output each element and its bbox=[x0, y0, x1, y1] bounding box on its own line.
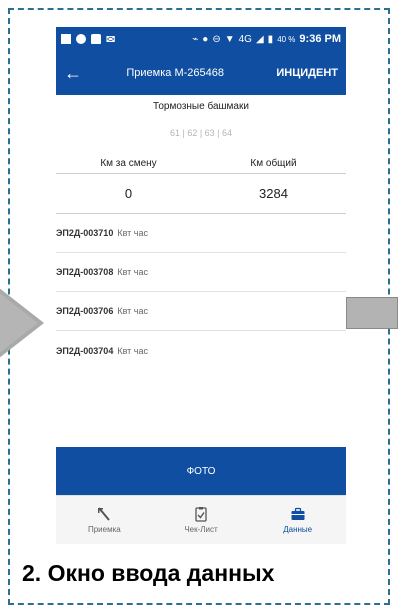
km-values-row: 0 3284 bbox=[56, 174, 346, 214]
caption: 2. Окно ввода данных bbox=[22, 560, 275, 586]
list-item[interactable]: ЭП2Д-003706 Квт час bbox=[56, 292, 346, 331]
brake-shoe-codes: 61 | 62 | 63 | 64 bbox=[169, 128, 233, 138]
km-total-label: Км общий bbox=[250, 158, 297, 169]
cast-icon: ⌁ bbox=[192, 33, 199, 45]
reading-unit: Квт час bbox=[117, 345, 148, 356]
photo-button[interactable]: ФОТО bbox=[56, 447, 346, 495]
page-title: Приемка М-265468 bbox=[126, 67, 224, 79]
km-shift-value[interactable]: 0 bbox=[56, 186, 201, 201]
list-item[interactable]: ЭП2Д-003708 Квт час bbox=[56, 253, 346, 292]
app-bar: ← Приемка М-265468 ИНЦИДЕНТ bbox=[56, 51, 346, 95]
dnd-icon: ⊖ bbox=[212, 33, 221, 45]
reading-code: ЭП2Д-003706 bbox=[56, 306, 114, 316]
bottom-nav: Приемка Чек-Лист Данные bbox=[56, 495, 346, 544]
arrow-left-icon[interactable]: ← bbox=[64, 63, 94, 84]
section-title: Тормозные башмаки bbox=[153, 101, 249, 112]
phone-screen: ✉ ⌁ ● ⊖ ▼ 4G ◢ ▮ 40 % 9:36 PM ← Приемка … bbox=[56, 27, 346, 544]
right-connector-shape bbox=[346, 297, 398, 329]
list-item[interactable]: ЭП2Д-003710 Квт час bbox=[56, 214, 346, 253]
briefcase-icon bbox=[291, 507, 305, 520]
left-arrow-shape-inner bbox=[0, 292, 38, 354]
reading-code: ЭП2Д-003704 bbox=[56, 345, 114, 356]
km-total-value[interactable]: 3284 bbox=[201, 186, 346, 201]
km-shift-label: Км за смену bbox=[100, 158, 157, 169]
clock: 9:36 PM bbox=[299, 33, 341, 45]
battery-percent: 40 % bbox=[277, 34, 296, 44]
checklist-icon bbox=[195, 507, 207, 522]
km-header-row: Км за смену Км общий bbox=[56, 158, 346, 174]
nav-item-checklist[interactable]: Чек-Лист bbox=[153, 496, 250, 544]
signal-icon: ◢ bbox=[255, 33, 264, 45]
nav-label: Данные bbox=[283, 525, 313, 534]
mail-icon: ✉ bbox=[106, 33, 116, 46]
status-bar: ✉ ⌁ ● ⊖ ▼ 4G ◢ ▮ 40 % 9:36 PM bbox=[56, 27, 346, 51]
nav-item-priemka[interactable]: Приемка bbox=[56, 496, 153, 544]
incident-button[interactable]: ИНЦИДЕНТ bbox=[276, 67, 338, 79]
nav-label: Чек-Лист bbox=[184, 525, 218, 534]
reading-unit: Квт час bbox=[117, 228, 148, 238]
reading-code: ЭП2Д-003710 bbox=[56, 228, 114, 238]
reading-unit: Квт час bbox=[117, 306, 148, 316]
priemka-icon bbox=[98, 507, 111, 521]
video-icon bbox=[61, 34, 71, 44]
nav-item-data[interactable]: Данные bbox=[249, 496, 346, 544]
list-item[interactable]: ЭП2Д-003704 Квт час bbox=[56, 331, 346, 370]
lock-icon bbox=[91, 34, 101, 44]
nav-label: Приемка bbox=[87, 525, 121, 534]
reading-code: ЭП2Д-003708 bbox=[56, 267, 114, 277]
readings-list: ЭП2Д-003710 Квт час ЭП2Д-003708 Квт час … bbox=[56, 214, 346, 370]
location-icon: ● bbox=[202, 33, 209, 45]
network-type: 4G bbox=[238, 33, 252, 45]
wifi-icon: ▼ bbox=[224, 33, 235, 45]
record-icon bbox=[76, 34, 86, 44]
battery-icon: ▮ bbox=[267, 33, 274, 45]
reading-unit: Квт час bbox=[117, 267, 148, 277]
